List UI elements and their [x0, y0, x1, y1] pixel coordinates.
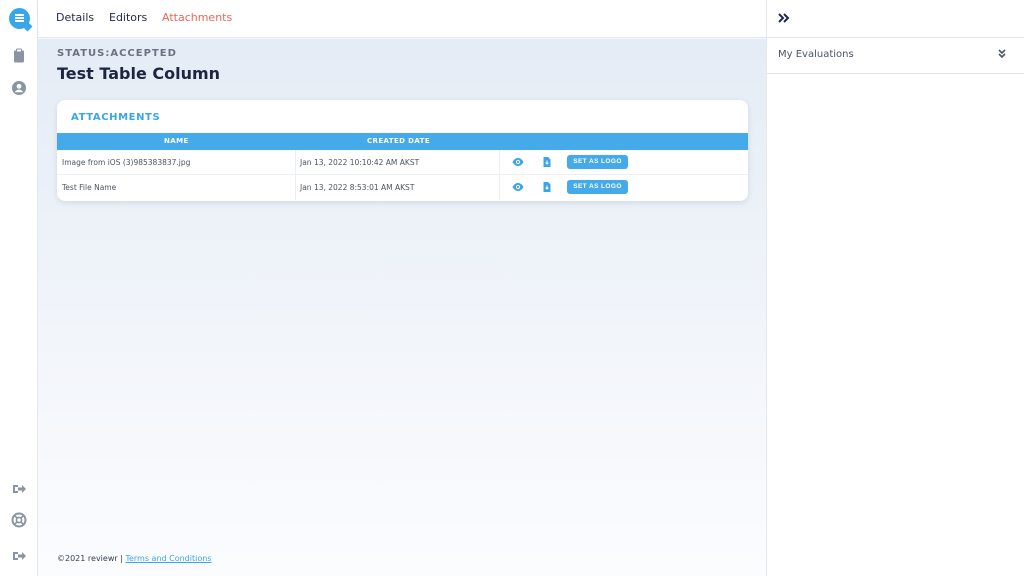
copyright-text: ©2021 reviewr |: [57, 554, 123, 563]
attachments-heading: ATTACHMENTS: [71, 112, 161, 123]
file-name[interactable]: Test File Name: [62, 183, 116, 192]
column-header-created-date[interactable]: CREATED DATE: [367, 137, 430, 145]
column-divider: [295, 150, 296, 175]
column-divider: [295, 175, 296, 200]
eye-icon[interactable]: [512, 156, 524, 168]
tab-bar: Details Editors Attachments: [38, 0, 766, 38]
attachments-card: ATTACHMENTS NAME CREATED DATE Image from…: [57, 100, 748, 201]
column-header-name[interactable]: NAME: [164, 137, 189, 145]
logout-icon[interactable]: [11, 548, 27, 564]
table-row: Test File Name Jan 13, 2022 8:53:01 AM A…: [57, 175, 748, 200]
tab-attachments[interactable]: Attachments: [162, 11, 232, 24]
tab-editors[interactable]: Editors: [109, 11, 147, 24]
evaluations-section-header[interactable]: My Evaluations: [767, 38, 1024, 74]
user-circle-icon[interactable]: [11, 80, 27, 96]
clipboard-icon[interactable]: [11, 48, 27, 64]
page-title: Test Table Column: [57, 64, 221, 83]
footer: ©2021 reviewr | Terms and Conditions: [57, 554, 211, 563]
column-divider: [499, 150, 500, 175]
lifebuoy-icon[interactable]: [11, 512, 27, 528]
eye-icon[interactable]: [512, 181, 524, 193]
evaluations-title: My Evaluations: [778, 49, 854, 60]
sign-out-icon[interactable]: [11, 481, 27, 497]
left-rail: [0, 0, 38, 576]
set-as-logo-button[interactable]: SET AS LOGO: [567, 155, 628, 169]
file-download-icon[interactable]: [541, 156, 553, 168]
table-header: NAME CREATED DATE: [57, 133, 748, 150]
table-row: Image from iOS (3)985383837.jpg Jan 13, …: [57, 150, 748, 175]
main-content: STATUS:ACCEPTED Test Table Column ATTACH…: [38, 39, 766, 576]
tab-details[interactable]: Details: [56, 11, 94, 24]
chevrons-right-icon[interactable]: [777, 11, 791, 25]
file-download-icon[interactable]: [541, 181, 553, 193]
terms-link[interactable]: Terms and Conditions: [125, 554, 211, 563]
chevrons-down-icon[interactable]: [996, 48, 1008, 60]
right-panel-header: [767, 0, 1024, 38]
app-logo-icon[interactable]: [9, 8, 30, 29]
created-date: Jan 13, 2022 10:10:42 AM AKST: [300, 158, 420, 167]
file-name[interactable]: Image from iOS (3)985383837.jpg: [62, 158, 190, 167]
status-label: STATUS:ACCEPTED: [57, 48, 177, 59]
column-divider: [499, 175, 500, 200]
right-panel: My Evaluations: [766, 0, 1024, 576]
set-as-logo-button[interactable]: SET AS LOGO: [567, 180, 628, 194]
created-date: Jan 13, 2022 8:53:01 AM AKST: [300, 183, 415, 192]
